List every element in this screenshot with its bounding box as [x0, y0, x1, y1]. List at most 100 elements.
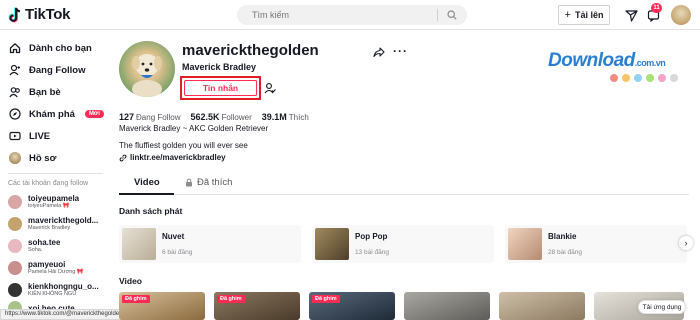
tab-label: Video — [134, 177, 160, 188]
share-icon[interactable] — [373, 46, 385, 58]
watermark-dot — [670, 74, 678, 82]
stat-label: Thích — [288, 113, 309, 122]
sidebar: Dành cho bạn Đang Follow Bạn bè Khám phá… — [0, 31, 110, 320]
watermark-suffix: .com.vn — [634, 58, 666, 68]
nav-following[interactable]: Đang Follow — [8, 62, 85, 78]
stat-followers[interactable]: 562.5K Follower — [191, 107, 252, 125]
playlist-card[interactable]: Pop Pop 13 bài đăng — [312, 225, 494, 263]
search-button[interactable] — [438, 5, 466, 25]
profile-link[interactable]: linktr.ee/maverickbradley — [119, 153, 226, 162]
playlist-count: 28 bài đăng — [548, 249, 582, 256]
profile-link-text: linktr.ee/maverickbradley — [130, 153, 226, 162]
plus-icon: + — [564, 9, 571, 21]
video-thumbnail[interactable] — [499, 292, 585, 320]
link-icon — [119, 154, 127, 161]
account-name: pamyeuoi — [28, 260, 66, 269]
video-thumbnail[interactable]: Đã ghim — [309, 292, 395, 320]
follow-user-icon[interactable] — [264, 82, 276, 94]
playlist-thumbnail — [315, 228, 349, 260]
nav-profile[interactable]: Hồ sơ — [8, 150, 56, 166]
logo-text: TikTok — [25, 6, 71, 23]
video-thumbnail[interactable]: Đã ghim — [214, 292, 300, 320]
paper-plane-icon — [624, 9, 638, 22]
inbox-badge: 11 — [651, 3, 662, 13]
playlist-title: Blankie — [548, 232, 577, 241]
watermark-dot — [610, 74, 618, 82]
following-account[interactable]: maverickthegold... Maverick Bradley — [8, 216, 98, 231]
video-thumbnail[interactable]: Đã ghim — [119, 292, 205, 320]
search-bar[interactable] — [237, 5, 467, 25]
profile-bio-line: The fluffiest golden you will ever see — [119, 141, 248, 150]
playlist-title: Pop Pop — [355, 232, 388, 241]
tab-label: Đã thích — [197, 177, 233, 188]
playlist-card[interactable]: Blankie 28 bài đăng — [505, 225, 687, 263]
download-watermark: Download.com.vn — [548, 50, 678, 82]
profile-bio-line: Maverick Bradley ~ AKC Golden Retriever — [119, 124, 269, 133]
playlist-count: 13 bài đăng — [355, 249, 389, 256]
status-url-bar: https://www.tiktok.com/@maverickthegolde… — [0, 309, 128, 320]
messages-button[interactable] — [623, 7, 639, 23]
stat-number: 562.5K — [190, 112, 220, 122]
account-avatar — [8, 216, 22, 231]
account-subtitle: Soha. — [28, 247, 43, 253]
account-subtitle: KIÊN KHÔNG NGỦ — [28, 291, 77, 297]
video-thumbnail[interactable] — [404, 292, 490, 320]
stat-label: Follower — [221, 113, 252, 122]
account-subtitle: Pamela Hải Dương 🎀 — [28, 269, 84, 275]
watermark-dot — [634, 74, 642, 82]
videos-title: Video — [119, 276, 142, 286]
home-icon — [8, 42, 21, 55]
user-avatar[interactable] — [671, 5, 691, 25]
pinned-label: Đã ghim — [217, 295, 245, 303]
nav-live[interactable]: LIVE — [8, 128, 50, 144]
account-name: toiyeupamela — [28, 194, 80, 203]
stat-number: 39.1M — [261, 112, 287, 122]
playlist-card[interactable]: Nuvet 6 bài đăng — [119, 225, 301, 263]
upload-button[interactable]: + Tải lên — [558, 5, 610, 25]
watermark-dot — [622, 74, 630, 82]
pinned-label: Đã ghim — [312, 295, 340, 303]
nav-label: Khám phá — [29, 108, 75, 120]
active-tab-indicator — [119, 193, 174, 195]
account-avatar — [8, 282, 22, 297]
following-account[interactable]: soha.tee Soha. — [8, 238, 60, 253]
friends-icon — [8, 86, 21, 99]
get-app-button[interactable]: Tải ứng dụng — [638, 300, 686, 314]
account-subtitle: toiyeuPamela 🎀 — [28, 203, 70, 209]
account-name: maverickthegold... — [28, 216, 99, 225]
profile-stats: 127 Đang Follow 562.5K Follower 39.1M Thích — [119, 107, 309, 125]
nav-label: Bạn bè — [29, 86, 61, 98]
profile-tabs: Video Đã thích — [119, 173, 689, 195]
live-icon — [8, 130, 21, 143]
tiktok-logo-icon — [8, 6, 21, 22]
account-avatar — [8, 194, 22, 209]
account-subtitle: Maverick Bradley — [28, 225, 71, 231]
chevron-right-icon[interactable]: › — [679, 236, 693, 250]
tab-video[interactable]: Video — [134, 177, 160, 188]
new-badge: Mới — [84, 110, 104, 118]
stat-following[interactable]: 127 Đang Follow — [119, 107, 181, 125]
message-button[interactable]: Tin nhắn — [184, 80, 257, 96]
account-avatar — [8, 260, 22, 275]
following-account[interactable]: toiyeupamela toiyeuPamela 🎀 — [8, 194, 79, 209]
profile-username: maverickthegolden — [182, 42, 319, 59]
nav-friends[interactable]: Bạn bè — [8, 84, 61, 100]
profile-avatar-icon — [8, 152, 21, 165]
nav-for-you[interactable]: Dành cho bạn — [8, 40, 92, 56]
tab-liked[interactable]: Đã thích — [185, 177, 232, 188]
account-name: soha.tee — [28, 238, 61, 247]
nav-label: LIVE — [29, 130, 51, 142]
following-account[interactable]: pamyeuoi Pamela Hải Dương 🎀 — [8, 260, 84, 275]
sidebar-divider — [8, 173, 103, 174]
stat-likes: 39.1M Thích — [262, 107, 309, 125]
tiktok-logo[interactable]: TikTok — [8, 6, 70, 23]
search-input[interactable] — [237, 10, 437, 20]
account-name: kienkhongngu_o... — [28, 282, 99, 291]
following-account[interactable]: kienkhongngu_o... KIÊN KHÔNG NGỦ — [8, 282, 99, 297]
following-icon — [8, 64, 21, 77]
nav-explore[interactable]: Khám phá Mới — [8, 106, 104, 122]
watermark-text: Download — [548, 50, 635, 71]
more-options-icon[interactable]: ··· — [393, 44, 408, 58]
upload-label: Tải lên — [574, 10, 604, 20]
watermark-dots — [610, 74, 678, 82]
